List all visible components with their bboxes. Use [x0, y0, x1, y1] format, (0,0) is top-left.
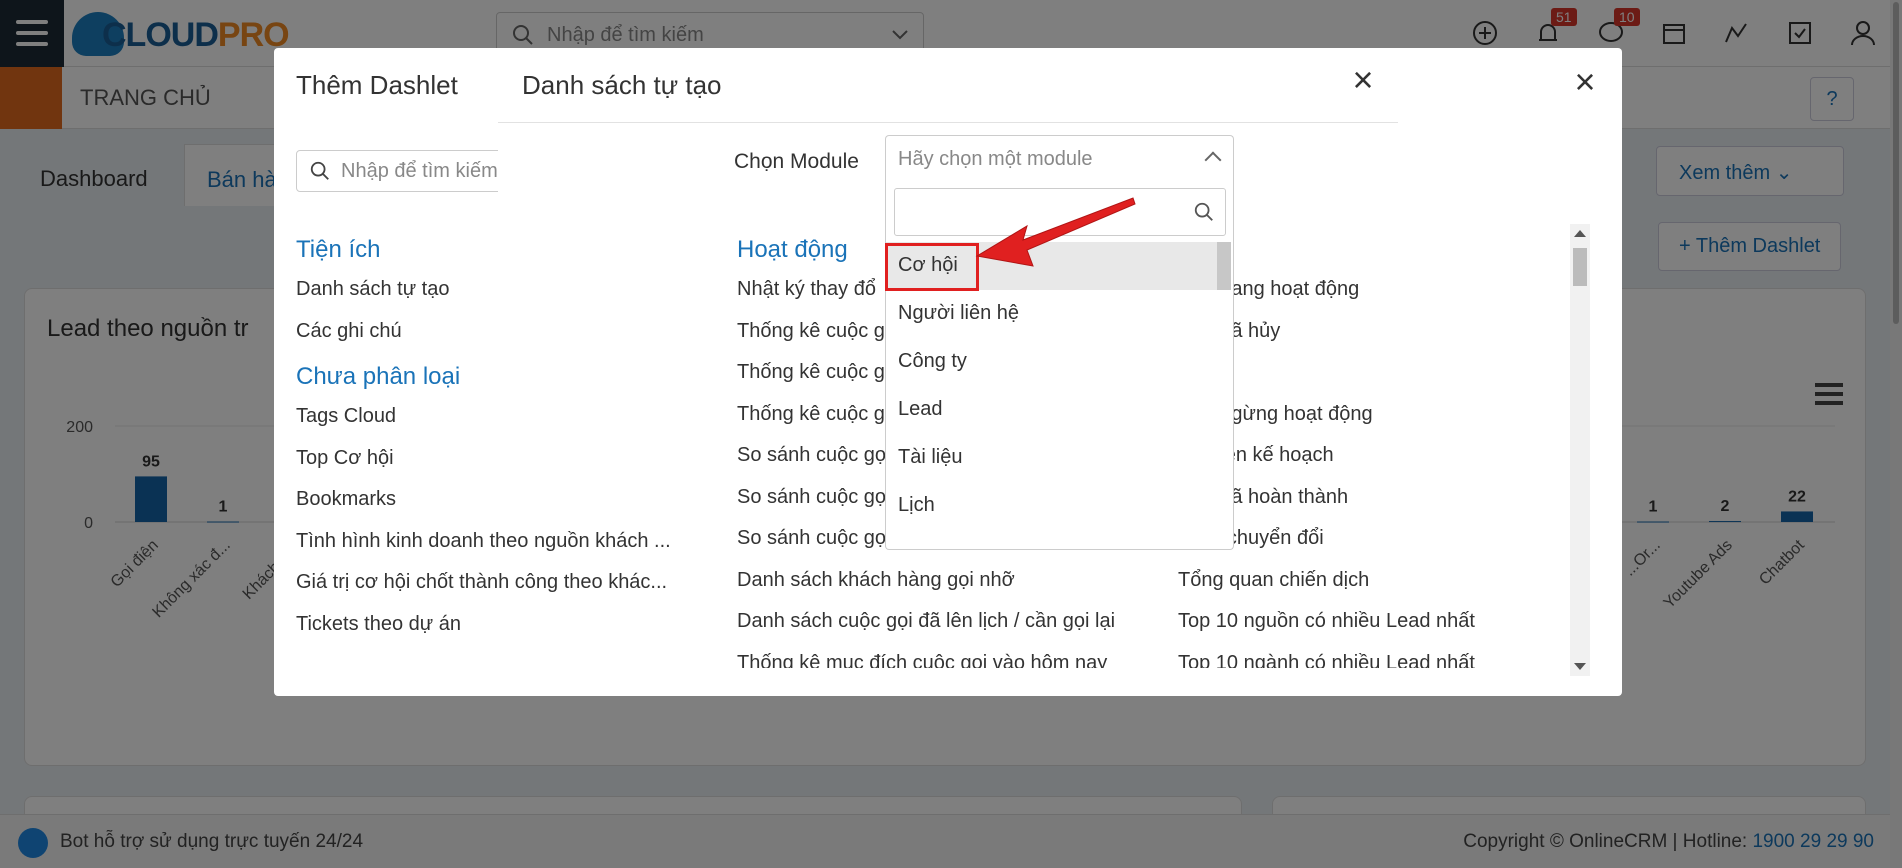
dashlet-item[interactable]: Thống kê mục đích cuộc gọi vào hôm nay [737, 650, 1157, 668]
dashlet-item[interactable]: Tổng quan chiến dịch [1178, 567, 1568, 609]
section-heading-uncategorized: Chưa phân loại [296, 363, 461, 390]
section-heading-marketing: eting [1178, 236, 1568, 276]
search-icon [310, 161, 329, 180]
dashlet-item[interactable]: Tags Cloud [296, 403, 716, 445]
dashlet-item[interactable]: Tickets theo dự án [296, 611, 716, 653]
module-select-placeholder: Hãy chọn một module [898, 148, 1093, 170]
dashlet-search-input[interactable]: Nhập để tìm kiếm [296, 150, 526, 192]
highlight-box [885, 243, 979, 291]
option-contact[interactable]: Người liên hệ [886, 290, 1218, 338]
dashlet-item[interactable]: Tỷ lệ chuyển đổi [1178, 525, 1568, 567]
dashlet-item[interactable]: mới [1178, 359, 1568, 401]
module-label: Chọn Module [734, 150, 859, 173]
annotation-arrow-icon [975, 197, 1136, 267]
dashlet-item[interactable]: dịch đã hủy [1178, 318, 1568, 360]
column-utilities: Tiện ích Danh sách tự tạo Các ghi chú Ch… [296, 236, 716, 652]
column-marketing: eting dịch đang hoạt động dịch đã hủy mớ… [1178, 236, 1568, 668]
option-document[interactable]: Tài liệu [886, 434, 1218, 482]
search-icon [1194, 202, 1213, 221]
dashlet-item[interactable]: Danh sách tự tạo [296, 276, 716, 318]
option-calendar[interactable]: Lịch [886, 482, 1218, 530]
custom-list-title: Danh sách tự tạo [522, 70, 722, 100]
dashlet-item[interactable]: Danh sách cuộc gọi đã lên lịch / cần gọi… [737, 608, 1157, 650]
dashlet-item[interactable]: Các ghi chú [296, 318, 716, 360]
dashlet-item[interactable]: dịch lên kế hoạch [1178, 442, 1568, 484]
add-dashlet-title: Thêm Dashlet [296, 70, 458, 100]
dashlet-item[interactable]: Danh sách khách hàng gọi nhỡ [737, 567, 1157, 609]
dropdown-scrollbar[interactable] [1217, 242, 1231, 290]
close-icon[interactable]: × [1348, 62, 1378, 98]
dashlet-list-scrollbar[interactable] [1570, 224, 1590, 676]
dashlet-item[interactable]: dịch đã hoàn thành [1178, 484, 1568, 526]
option-lead[interactable]: Lead [886, 386, 1218, 434]
section-heading-utilities: Tiện ích [296, 236, 381, 263]
module-select[interactable]: Hãy chọn một module [885, 135, 1234, 183]
dashlet-search-placeholder: Nhập để tìm kiếm [341, 160, 498, 182]
dashlet-item[interactable]: dịch đang hoạt động [1178, 276, 1568, 318]
dashlet-item[interactable]: Top 10 nguồn có nhiều Lead nhất [1178, 608, 1568, 650]
close-icon[interactable]: × [1570, 64, 1600, 100]
dashlet-item[interactable]: Top 10 ngành có nhiều Lead nhất [1178, 650, 1568, 668]
option-company[interactable]: Công ty [886, 338, 1218, 386]
dashlet-item[interactable]: Bookmarks [296, 486, 716, 528]
chevron-up-icon [1204, 151, 1222, 169]
dashlet-item[interactable]: Top Cơ hội [296, 445, 716, 487]
dashlet-item[interactable]: Giá trị cơ hội chốt thành công theo khác… [296, 569, 716, 611]
dashlet-item[interactable]: Tình hình kinh doanh theo nguồn khách ..… [296, 528, 716, 570]
dashlet-item[interactable]: dịch ngừng hoạt động [1178, 401, 1568, 443]
